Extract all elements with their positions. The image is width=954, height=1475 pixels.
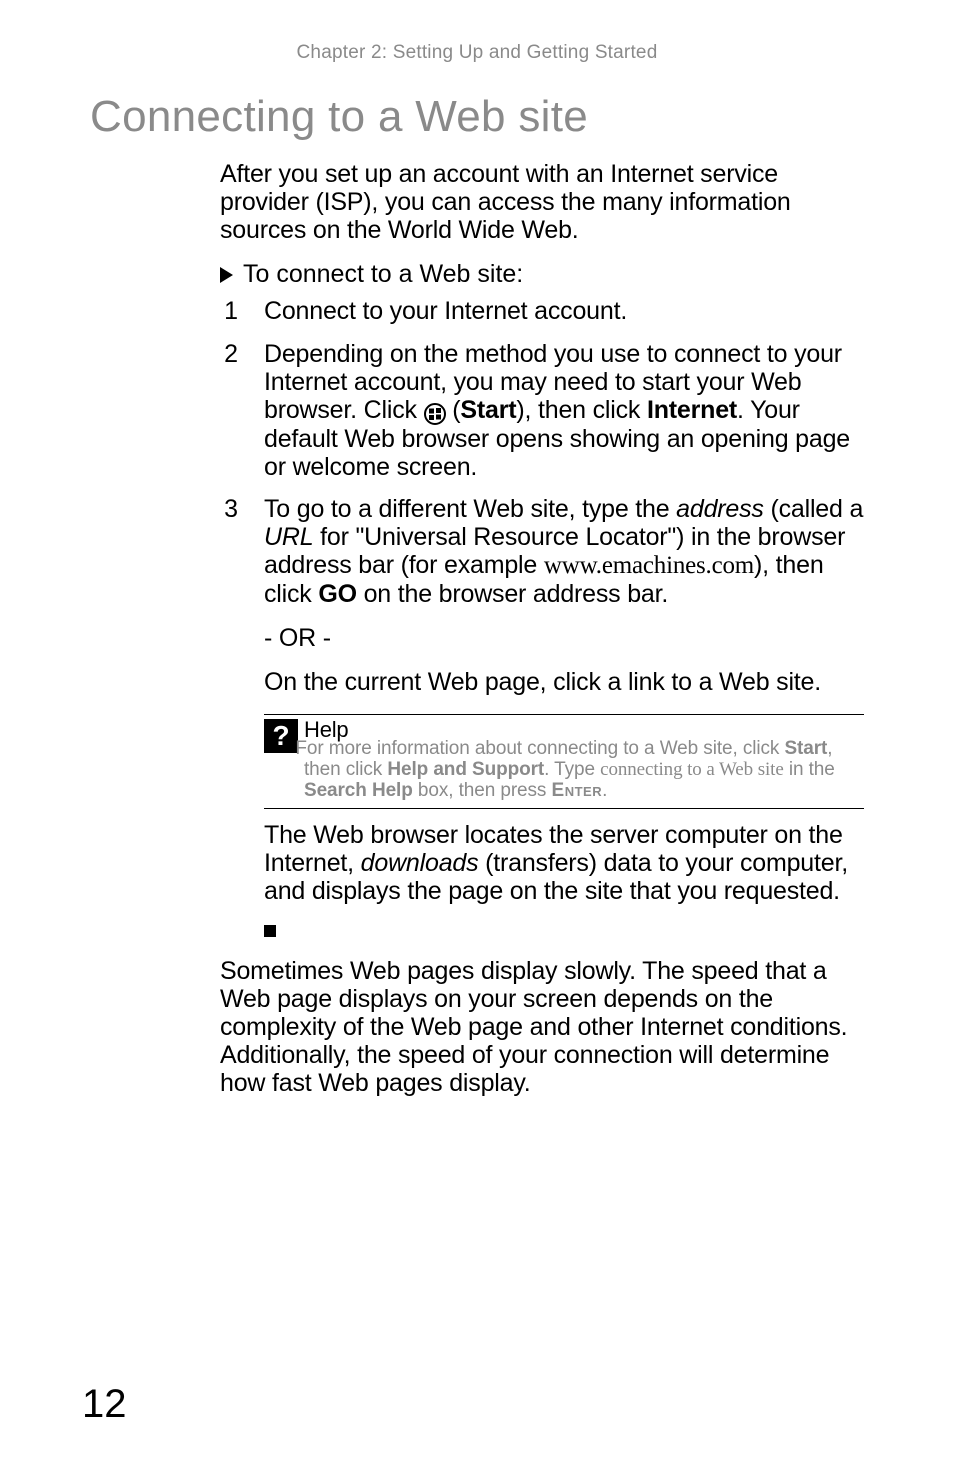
divider-top	[264, 714, 864, 715]
task-heading: To connect to a Web site:	[220, 260, 864, 289]
steps-list: Connect to your Internet account. Depend…	[220, 297, 864, 943]
task-text: To connect to a Web site:	[243, 260, 523, 289]
help-callout: ? Help ___For more information about con…	[264, 719, 864, 802]
end-of-procedure-icon	[264, 915, 276, 943]
step-3-text: To go to a different Web site, type the …	[264, 495, 864, 943]
windows-start-icon	[424, 403, 446, 425]
step-2-text: Depending on the method you use to conne…	[264, 340, 864, 481]
step-1: Connect to your Internet account.	[220, 297, 864, 326]
chapter-header: Chapter 2: Setting Up and Getting Starte…	[90, 42, 864, 64]
step-3: To go to a different Web site, type the …	[220, 495, 864, 943]
after-help-paragraph: The Web browser locates the server compu…	[264, 821, 864, 905]
step-2: Depending on the method you use to conne…	[220, 340, 864, 481]
step-3-or-line: On the current Web page, click a link to…	[264, 668, 864, 696]
page-number: 12	[82, 1382, 127, 1427]
intro-paragraph: After you set up an account with an Inte…	[220, 160, 864, 244]
page-title: Connecting to a Web site	[90, 92, 864, 142]
triangle-bullet-icon	[220, 267, 233, 283]
help-body: ___For more information about connecting…	[304, 739, 864, 802]
divider-bottom	[264, 808, 864, 809]
closing-paragraph: Sometimes Web pages display slowly. The …	[220, 957, 864, 1097]
step-1-text: Connect to your Internet account.	[264, 297, 864, 326]
step-3-or: - OR -	[264, 624, 864, 652]
